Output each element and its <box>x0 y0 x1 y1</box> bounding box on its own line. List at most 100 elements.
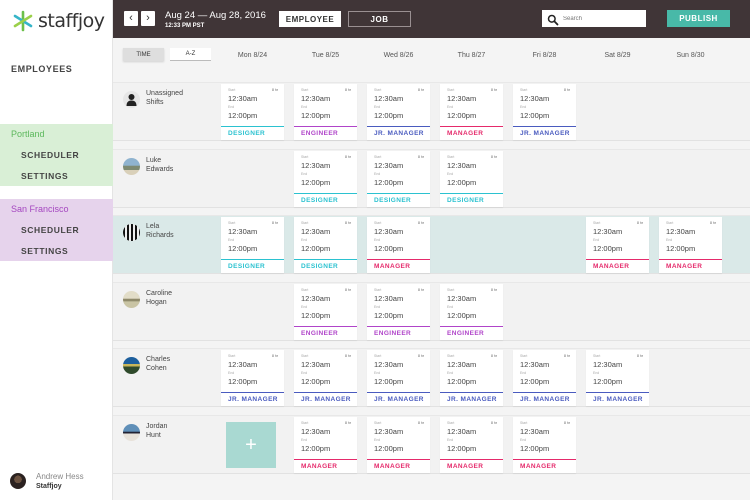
shift-hours: 8 hr <box>344 88 351 92</box>
shift-hours: 8 hr <box>417 421 424 425</box>
sidebar-item-employees[interactable]: EMPLOYEES <box>11 64 72 74</box>
search-input[interactable] <box>563 15 643 22</box>
shift-hours: 8 hr <box>490 354 497 359</box>
shift-start-time: 12:30am <box>374 293 404 303</box>
view-job-button[interactable]: JOB <box>348 11 411 27</box>
employee-name[interactable]: Caroline Hogan <box>146 289 206 307</box>
user-org: Staffjoy <box>36 483 62 490</box>
shift-card[interactable]: Start 8 hr 12:30am End 12:00pm JR. MANAGER <box>586 350 649 407</box>
end-label: End <box>301 371 308 376</box>
shift-card[interactable]: Start 8 hr 12:30am End 12:00pm ENGINEER <box>294 84 357 140</box>
shift-start-time: 12:30am <box>301 360 331 370</box>
employee-name[interactable]: Lela Richards <box>146 222 206 240</box>
publish-button[interactable]: PUBLISH <box>667 10 730 27</box>
shift-hours: 8 hr <box>490 287 497 292</box>
end-label: End <box>520 105 527 109</box>
start-label: Start <box>447 154 455 159</box>
shift-hours: 8 hr <box>417 354 424 359</box>
end-label: End <box>520 371 527 376</box>
shift-hours: 8 hr <box>636 354 643 359</box>
shift-start-time: 12:30am <box>520 94 550 103</box>
shift-card[interactable]: Start 8 hr 12:30am End 12:00pm MANAGER <box>367 417 430 473</box>
employee-name[interactable]: Jordan Hunt <box>146 422 206 440</box>
user-profile[interactable]: Andrew Hess Staffjoy <box>10 472 84 490</box>
start-label: Start <box>666 221 674 226</box>
employee-name[interactable]: Unassigned Shifts <box>146 89 206 107</box>
avatar <box>123 224 140 242</box>
next-week-button[interactable]: › <box>141 11 155 26</box>
shift-card[interactable]: Start 8 hr 12:30am End 12:00pm DESIGNER <box>294 217 357 274</box>
location-san-francisco: San Francisco SCHEDULER SETTINGS <box>0 199 113 261</box>
shift-card[interactable]: Start 8 hr 12:30am End 12:00pm MANAGER <box>659 217 722 274</box>
shift-role: MANAGER <box>659 259 722 273</box>
start-label: Start <box>374 354 382 359</box>
shift-card[interactable]: Start 8 hr 12:30am End 12:00pm JR. MANAGER <box>440 350 503 407</box>
shift-hours: 8 hr <box>417 88 424 92</box>
location-name[interactable]: San Francisco <box>11 204 69 214</box>
shift-card[interactable]: Start 8 hr 12:30am End 12:00pm JR. MANAGER <box>513 84 576 140</box>
shift-card[interactable]: Start 8 hr 12:30am End 12:00pm MANAGER <box>294 417 357 473</box>
shift-start-time: 12:30am <box>301 160 331 170</box>
shift-hours: 8 hr <box>344 421 351 425</box>
shift-card[interactable]: Start 8 hr 12:30am End 12:00pm MANAGER <box>586 217 649 274</box>
topbar: ‹ › Aug 24 — Aug 28, 2016 12:33 PM PST E… <box>113 0 750 38</box>
shift-start-time: 12:30am <box>593 360 623 370</box>
shift-hours: 8 hr <box>417 221 424 226</box>
sort-time-button[interactable]: TIME <box>123 48 164 61</box>
sidebar: staffjoy EMPLOYEES Portland SCHEDULER SE… <box>0 0 113 500</box>
shift-card[interactable]: Start 8 hr 12:30am End 12:00pm MANAGER <box>440 84 503 140</box>
shift-start-time: 12:30am <box>447 94 477 103</box>
shift-card[interactable]: Start 8 hr 12:30am End 12:00pm ENGINEER <box>367 283 430 340</box>
shift-role: JR. MANAGER <box>513 392 576 406</box>
sort-az-button[interactable]: A-Z <box>170 48 211 61</box>
sidebar-item-portland-scheduler[interactable]: SCHEDULER <box>21 150 79 160</box>
shift-card[interactable]: Start 8 hr 12:30am End 12:00pm DESIGNER <box>367 150 430 207</box>
view-employee-button[interactable]: EMPLOYEE <box>279 11 341 27</box>
shift-card[interactable]: Start 8 hr 12:30am End 12:00pm DESIGNER <box>221 84 284 140</box>
shift-card[interactable]: Start 8 hr 12:30am End 12:00pm MANAGER <box>513 417 576 473</box>
shift-card[interactable]: Start 8 hr 12:30am End 12:00pm MANAGER <box>367 217 430 274</box>
shift-start-time: 12:30am <box>228 94 258 103</box>
sidebar-item-portland-settings[interactable]: SETTINGS <box>21 171 68 181</box>
shift-start-time: 12:30am <box>228 227 258 237</box>
shift-card[interactable]: Start 8 hr 12:30am End 12:00pm ENGINEER <box>440 283 503 340</box>
app-name: staffjoy <box>38 10 105 32</box>
date-range: Aug 24 — Aug 28, 2016 <box>165 10 266 21</box>
shift-role: ENGINEER <box>294 325 357 340</box>
shift-card[interactable]: Start 8 hr 12:30am End 12:00pm DESIGNER <box>294 150 357 207</box>
end-label: End <box>228 371 235 376</box>
shift-card[interactable]: Start 8 hr 12:30am End 12:00pm MANAGER <box>440 417 503 473</box>
shift-end-time: 12:00pm <box>374 444 404 453</box>
end-label: End <box>374 438 381 442</box>
shift-card[interactable]: Start 8 hr 12:30am End 12:00pm DESIGNER <box>221 217 284 274</box>
sidebar-item-sf-settings[interactable]: SETTINGS <box>21 246 68 256</box>
location-name[interactable]: Portland <box>11 129 45 139</box>
shift-card[interactable]: Start 8 hr 12:30am End 12:00pm ENGINEER <box>294 283 357 340</box>
shift-role: JR. MANAGER <box>367 392 430 406</box>
shift-start-time: 12:30am <box>447 427 477 436</box>
prev-week-button[interactable]: ‹ <box>124 11 138 26</box>
add-shift-button[interactable]: + <box>226 422 276 468</box>
search-icon <box>547 13 559 25</box>
shift-end-time: 12:00pm <box>520 377 550 387</box>
avatar <box>123 357 140 375</box>
shift-card[interactable]: Start 8 hr 12:30am End 12:00pm JR. MANAGER <box>513 350 576 407</box>
shift-card[interactable]: Start 8 hr 12:30am End 12:00pm JR. MANAGER <box>221 350 284 407</box>
shift-card[interactable]: Start 8 hr 12:30am End 12:00pm DESIGNER <box>440 150 503 207</box>
employee-name[interactable]: Charles Cohen <box>146 355 206 373</box>
end-label: End <box>228 105 235 109</box>
logo[interactable]: staffjoy <box>12 8 105 34</box>
shift-card[interactable]: Start 8 hr 12:30am End 12:00pm JR. MANAGER <box>294 350 357 407</box>
shift-start-time: 12:30am <box>447 160 477 170</box>
shift-card[interactable]: Start 8 hr 12:30am End 12:00pm JR. MANAGER <box>367 350 430 407</box>
employee-name[interactable]: Luke Edwards <box>146 156 206 174</box>
start-label: Start <box>520 421 528 425</box>
end-label: End <box>447 371 454 376</box>
shift-hours: 8 hr <box>271 88 278 92</box>
start-label: Start <box>447 88 455 92</box>
shift-card[interactable]: Start 8 hr 12:30am End 12:00pm JR. MANAGER <box>367 84 430 140</box>
end-label: End <box>447 171 454 176</box>
sidebar-item-sf-scheduler[interactable]: SCHEDULER <box>21 225 79 235</box>
search-box[interactable] <box>542 10 646 27</box>
shift-end-time: 12:00pm <box>228 377 258 387</box>
